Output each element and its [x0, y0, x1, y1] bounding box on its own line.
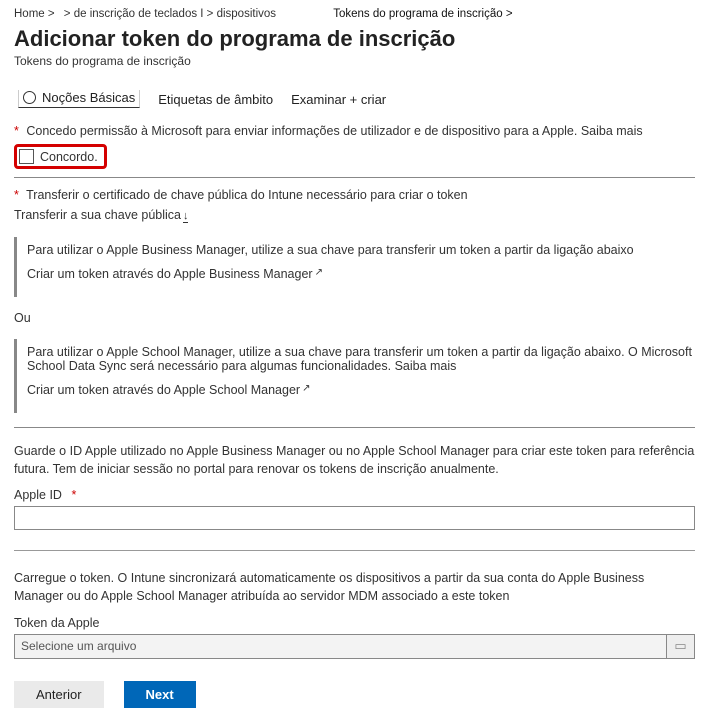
breadcrumb: Home > > de inscrição de teclados I > di…: [14, 8, 695, 20]
appleid-input[interactable]: [14, 506, 695, 530]
asm-desc: Para utilizar o Apple School Manager, ut…: [27, 345, 695, 373]
required-asterisk: *: [71, 488, 76, 502]
download-icon: ↓: [183, 210, 189, 223]
abm-desc: Para utilizar o Apple Business Manager, …: [27, 243, 695, 257]
permission-section: * Concedo permissão à Microsoft para env…: [14, 114, 695, 178]
token-section: Carregue o token. O Intune sincronizará …: [14, 557, 695, 658]
required-asterisk: *: [14, 124, 19, 138]
asm-link[interactable]: Criar um token através do Apple School M…: [27, 383, 695, 397]
tab-basics[interactable]: Noções Básicas: [18, 90, 140, 108]
token-desc: Carregue o token. O Intune sincronizará …: [14, 569, 695, 605]
crumb-devices[interactable]: > de inscrição de teclados I > dispositi…: [64, 8, 276, 20]
appleid-label: Apple ID *: [14, 488, 695, 502]
agree-label: Concordo.: [40, 150, 98, 164]
appleid-desc: Guarde o ID Apple utilizado no Apple Bus…: [14, 442, 695, 478]
previous-button[interactable]: Anterior: [14, 681, 104, 708]
tab-basics-label: Noções Básicas: [42, 90, 135, 105]
transfer-label: * Transferir o certificado de chave públ…: [14, 188, 695, 202]
asm-link-text: Criar um token através do Apple School M…: [27, 383, 300, 397]
required-asterisk: *: [14, 188, 19, 202]
agree-row: Concordo.: [14, 144, 107, 169]
permission-text: Concedo permissão à Microsoft para envia…: [26, 124, 642, 138]
tab-review-create[interactable]: Examinar + criar: [291, 92, 386, 107]
wizard-buttons: Anterior Next: [14, 681, 695, 708]
abm-link-text: Criar um token através do Apple Business…: [27, 267, 313, 281]
crumb-home[interactable]: Home >: [14, 8, 55, 20]
token-label: Token da Apple: [14, 616, 695, 630]
appleid-label-text: Apple ID: [14, 488, 62, 502]
transfer-text: Transferir o certificado de chave públic…: [26, 188, 467, 202]
circle-icon: [23, 91, 36, 104]
folder-icon[interactable]: ▭: [666, 635, 694, 658]
permission-label: * Concedo permissão à Microsoft para env…: [14, 124, 695, 138]
or-separator: Ou: [14, 311, 695, 325]
token-file-picker[interactable]: Selecione um arquivo ▭: [14, 634, 695, 659]
external-link-icon: ↗: [315, 267, 323, 278]
external-link-icon: ↗: [302, 383, 310, 394]
token-file-placeholder: Selecione um arquivo: [15, 635, 666, 658]
transfer-section: * Transferir o certificado de chave públ…: [14, 178, 695, 413]
tab-scope-tags[interactable]: Etiquetas de âmbito: [158, 92, 273, 107]
crumb-tokens[interactable]: Tokens do programa de inscrição >: [333, 8, 512, 20]
download-link-text: Transferir a sua chave pública: [14, 208, 181, 222]
page-subtitle: Tokens do programa de inscrição: [14, 54, 695, 68]
next-button[interactable]: Next: [124, 681, 196, 708]
appleid-section: Guarde o ID Apple utilizado no Apple Bus…: [14, 428, 695, 551]
tabs: Noções Básicas Etiquetas de âmbito Exami…: [14, 86, 695, 114]
abm-info: Para utilizar o Apple Business Manager, …: [14, 237, 695, 297]
download-public-key-link[interactable]: Transferir a sua chave pública↓: [14, 208, 695, 223]
page-title: Adicionar token do programa de inscrição: [14, 26, 695, 52]
agree-checkbox[interactable]: [19, 149, 34, 164]
asm-info: Para utilizar o Apple School Manager, ut…: [14, 339, 695, 413]
abm-link[interactable]: Criar um token através do Apple Business…: [27, 267, 695, 281]
